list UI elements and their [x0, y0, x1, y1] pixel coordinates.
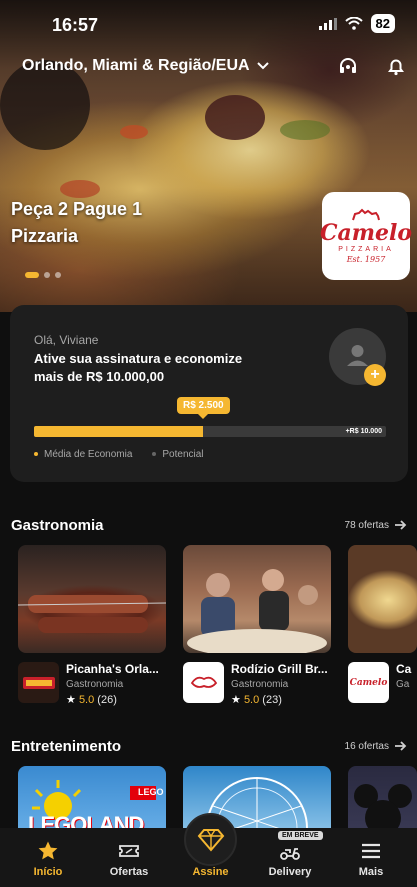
logo-word: Camelo — [319, 220, 413, 246]
see-all-gastronomia[interactable]: 78 ofertas — [345, 519, 407, 531]
coming-soon-badge: EM BREVE — [278, 831, 323, 840]
wifi-icon — [344, 17, 363, 30]
merchant-category: Gastronomia — [231, 679, 289, 690]
savings-card[interactable]: Olá, Viviane Ative sua assinatura e econ… — [10, 305, 408, 482]
review-count: (26) — [97, 694, 117, 706]
scooter-icon — [280, 848, 300, 860]
merchant-name: Ca — [396, 662, 412, 676]
savings-headline: Ative sua assinatura e economize mais de… — [34, 350, 264, 386]
offer-card-disney[interactable] — [348, 766, 417, 836]
subscribe-button[interactable] — [184, 813, 237, 866]
arrow-right-icon — [395, 741, 407, 751]
logo-est: Est. 1957 — [346, 255, 386, 264]
legend-potential: Potencial — [152, 449, 204, 460]
merchant-info-picanhas[interactable]: Picanha's Orla... Gastronomia ★ 5.0 (26) — [18, 662, 166, 706]
merchant-logo: Camelo — [348, 662, 389, 703]
restaurant-photo — [187, 569, 327, 653]
offer-card-camelo[interactable] — [348, 545, 417, 653]
carousel-dot[interactable] — [55, 272, 61, 278]
support-headset-icon[interactable] — [337, 55, 359, 77]
progress-max-label: +R$ 10.000 — [345, 428, 382, 435]
merchant-name: Picanha's Orla... — [66, 662, 159, 676]
legend-potential-label: Potencial — [162, 449, 204, 460]
nav-label: Ofertas — [109, 866, 149, 878]
legend-average-label: Média de Economia — [44, 449, 133, 460]
lego-badge: LEGO — [138, 787, 164, 797]
merchant-name: Rodízio Grill Br... — [231, 662, 328, 676]
carousel-dot[interactable] — [44, 272, 50, 278]
location-label: Orlando, Miami & Região/EUA — [22, 57, 250, 74]
herb-topping — [280, 120, 330, 140]
carousel-dots — [25, 272, 61, 278]
headline-line-1: Ative sua assinatura e economize — [34, 351, 243, 366]
rating-score: 5.0 — [243, 694, 260, 706]
add-photo-button[interactable]: + — [364, 364, 386, 386]
food-photo — [18, 595, 166, 633]
bell-icon[interactable] — [385, 55, 407, 77]
section-title-entretenimento: Entretenimento — [11, 738, 122, 755]
savings-progress-fill — [34, 426, 203, 437]
ticket-icon — [119, 845, 139, 857]
review-count: (23) — [262, 694, 282, 706]
nav-label: Início — [33, 866, 63, 878]
nav-label: Delivery — [268, 866, 312, 878]
merchant-category: Gastronomia — [66, 679, 124, 690]
nav-assine-label: Assine — [192, 866, 229, 878]
status-time: 16:57 — [52, 15, 99, 35]
promo-line-1: Peça 2 Pague 1 — [11, 199, 143, 219]
savings-progress-bar: +R$ 10.000 — [34, 426, 386, 437]
rating-score: 5.0 — [78, 694, 95, 706]
greeting: Olá, Viviane — [34, 333, 99, 347]
offer-card-rodizio[interactable] — [183, 545, 331, 653]
progress-bubble: R$ 2.500 — [177, 397, 230, 419]
bull-icon — [190, 676, 217, 688]
offer-card-picanhas[interactable] — [18, 545, 166, 653]
see-all-entretenimento[interactable]: 16 ofertas — [345, 740, 407, 752]
offer-card-legoland[interactable]: LEGO LEGOLAND — [18, 766, 166, 836]
brand-icon — [22, 676, 55, 689]
progress-legend: Média de Economia Potencial — [34, 449, 204, 460]
menu-icon — [362, 843, 380, 859]
merchant-logo-camelo[interactable]: Camelo PIZZARIA Est. 1957 — [319, 192, 413, 280]
chevron-down-icon — [256, 62, 269, 70]
offers-count: 78 ofertas — [344, 519, 389, 531]
signal-icon — [318, 17, 337, 30]
olive-topping — [205, 95, 265, 140]
offers-count: 16 ofertas — [344, 740, 389, 752]
legend-average: Média de Economia — [34, 449, 132, 460]
status-icons: 82 — [318, 14, 395, 33]
merchant-info-rodizio[interactable]: Rodízio Grill Br... Gastronomia ★ 5.0 (2… — [183, 662, 331, 706]
carousel-dot[interactable] — [25, 272, 39, 278]
merchant-logo — [183, 662, 224, 703]
diamond-icon — [197, 828, 224, 852]
nav-ofertas[interactable]: Ofertas — [94, 840, 164, 878]
merchant-rating: ★ 5.0 (23) — [231, 693, 331, 706]
star-icon: ★ — [231, 694, 241, 706]
star-icon: ★ — [66, 694, 76, 706]
arrow-right-icon — [395, 520, 407, 530]
star-icon — [38, 841, 58, 860]
status-bar: 16:57 82 — [0, 0, 417, 50]
merchant-logo — [18, 662, 59, 703]
nav-delivery[interactable]: Delivery — [255, 840, 325, 878]
merchant-category: Ga — [396, 679, 410, 690]
nav-inicio[interactable]: Início — [13, 840, 83, 878]
tomato-topping — [120, 125, 148, 139]
nav-label: Mais — [358, 866, 384, 878]
headline-line-2: mais de R$ 10.000,00 — [34, 369, 165, 384]
section-title-gastronomia: Gastronomia — [11, 517, 104, 534]
location-selector[interactable]: Orlando, Miami & Região/EUA — [22, 57, 270, 75]
promo-title: Peça 2 Pague 1 Pizzaria — [11, 196, 142, 250]
promo-line-2: Pizzaria — [11, 226, 79, 246]
merchant-info-camelo[interactable]: Camelo Ca Ga — [348, 662, 417, 703]
logo-sub: PIZZARIA — [338, 246, 394, 253]
merchant-rating: ★ 5.0 (26) — [66, 693, 166, 706]
mickey-photo — [354, 784, 412, 836]
battery-indicator: 82 — [370, 14, 395, 33]
nav-mais[interactable]: Mais — [336, 840, 406, 878]
